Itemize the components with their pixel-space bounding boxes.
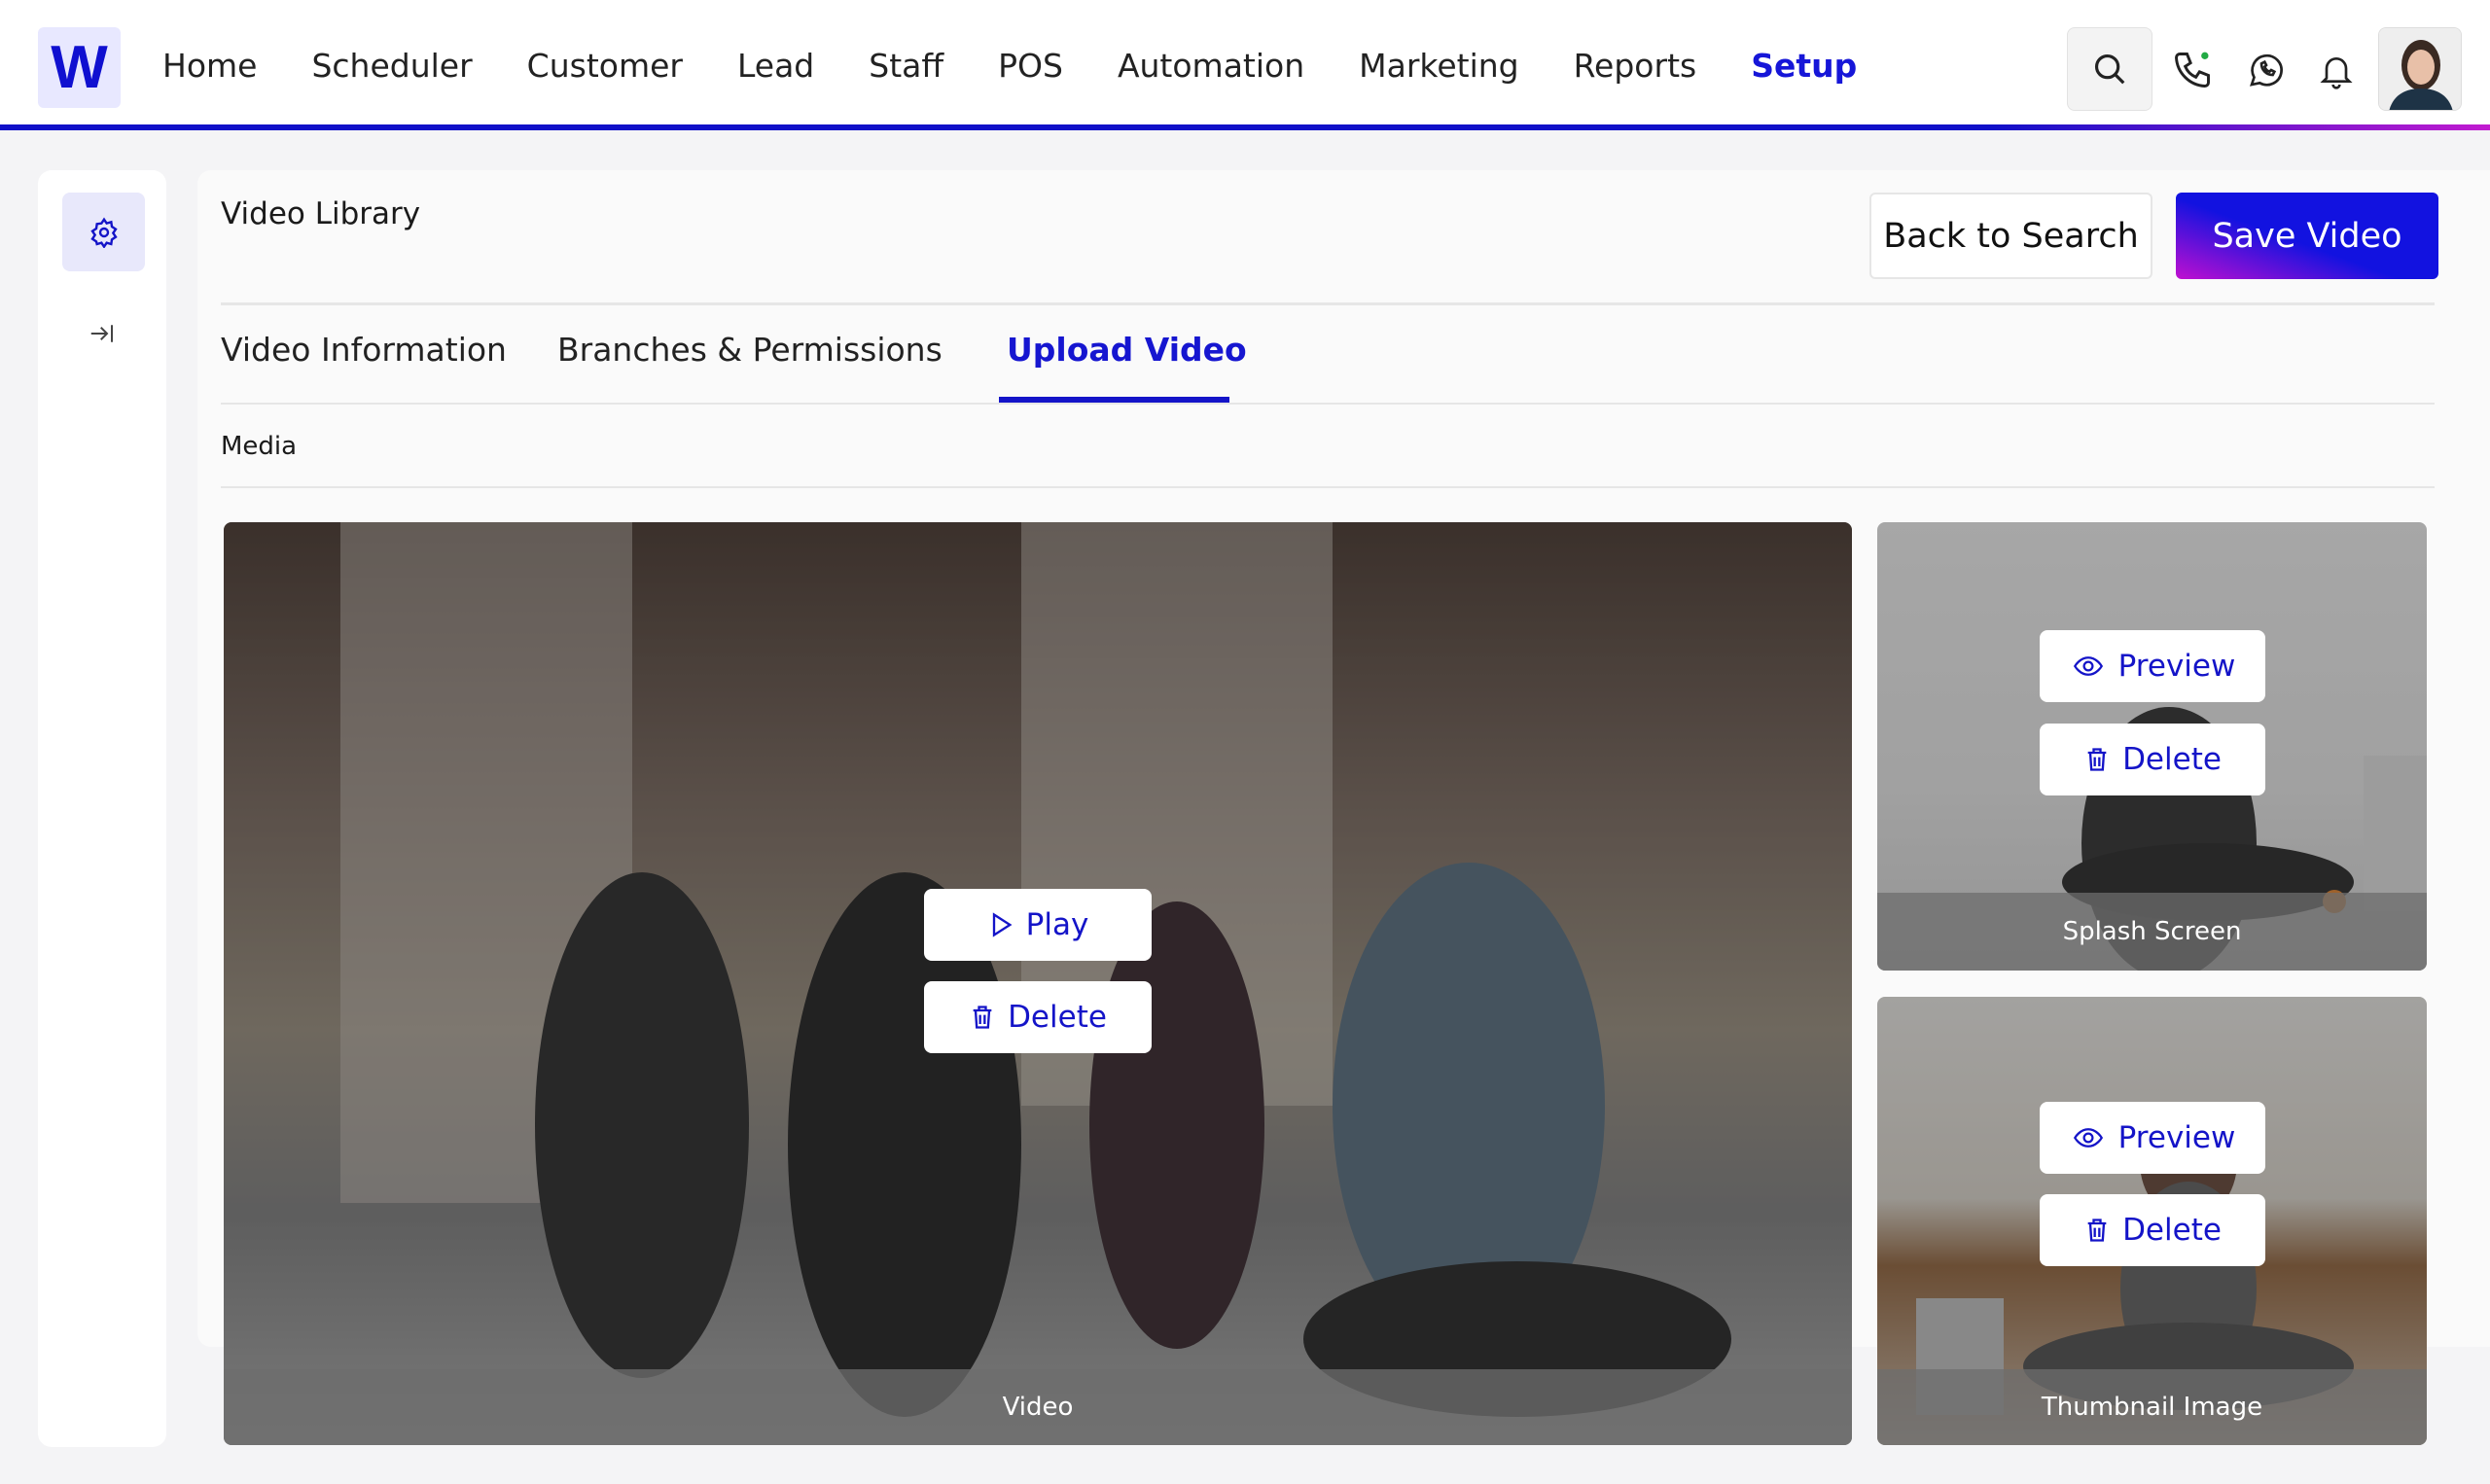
- delete-label: Delete: [2122, 742, 2222, 777]
- nav-staff[interactable]: Staff: [869, 47, 943, 85]
- splash-caption: Splash Screen: [1877, 893, 2427, 971]
- whatsapp-icon: [2250, 53, 2283, 87]
- play-label: Play: [1025, 907, 1089, 942]
- back-to-search-button[interactable]: Back to Search: [1869, 193, 2152, 279]
- settings-button[interactable]: [62, 193, 145, 271]
- preview-splash-button[interactable]: Preview: [2040, 630, 2265, 702]
- app-logo[interactable]: W: [38, 27, 121, 108]
- nav-reports[interactable]: Reports: [1574, 47, 1697, 85]
- expand-sidebar-button[interactable]: [83, 314, 122, 353]
- gear-icon: [89, 217, 118, 248]
- tabs-divider: [221, 403, 2435, 405]
- delete-label: Delete: [2122, 1213, 2222, 1248]
- phone-button[interactable]: [2163, 41, 2222, 99]
- sidebar: [38, 170, 166, 1447]
- video-card: Video Play Delete: [224, 522, 1852, 1445]
- eye-icon: [2073, 1128, 2103, 1148]
- nav-setup[interactable]: Setup: [1751, 47, 1857, 85]
- thumbnail-image-card: Thumbnail Image Preview Delete: [1877, 997, 2427, 1445]
- main-nav: Home Scheduler Customer Lead Staff POS A…: [162, 47, 1857, 85]
- trash-icon: [2087, 1219, 2107, 1242]
- preview-thumbnail-button[interactable]: Preview: [2040, 1102, 2265, 1174]
- search-icon: [2094, 53, 2125, 85]
- nav-automation[interactable]: Automation: [1118, 47, 1304, 85]
- delete-thumbnail-button[interactable]: Delete: [2040, 1194, 2265, 1266]
- active-tab-indicator: [999, 397, 1229, 403]
- divider: [221, 486, 2435, 488]
- play-icon: [992, 912, 1013, 937]
- delete-splash-button[interactable]: Delete: [2040, 724, 2265, 795]
- preview-label: Preview: [2117, 1120, 2236, 1155]
- whatsapp-button[interactable]: [2237, 41, 2295, 99]
- thumbnail-caption: Thumbnail Image: [1877, 1369, 2427, 1445]
- delete-video-button[interactable]: Delete: [924, 981, 1152, 1053]
- preview-label: Preview: [2117, 649, 2236, 684]
- tab-video-information[interactable]: Video Information: [221, 331, 507, 369]
- collapse-arrow-icon: [90, 325, 113, 342]
- page-title: Video Library: [221, 196, 421, 231]
- phone-icon: [2175, 52, 2210, 88]
- bell-icon: [2320, 57, 2353, 89]
- play-button[interactable]: Play: [924, 889, 1152, 961]
- notifications-button[interactable]: [2307, 41, 2366, 99]
- trash-icon: [973, 1006, 992, 1029]
- eye-icon: [2073, 656, 2103, 676]
- search-button[interactable]: [2067, 27, 2152, 111]
- header-accent-line: [0, 124, 2490, 130]
- tab-upload-video[interactable]: Upload Video: [1007, 331, 1247, 369]
- save-video-button[interactable]: Save Video: [2176, 193, 2438, 279]
- user-avatar[interactable]: [2378, 27, 2462, 111]
- tab-branches-permissions[interactable]: Branches & Permissions: [557, 331, 943, 369]
- splash-screen-card: Splash Screen Preview Delete: [1877, 522, 2427, 971]
- nav-lead[interactable]: Lead: [737, 47, 814, 85]
- trash-icon: [2087, 748, 2107, 771]
- delete-label: Delete: [1008, 1000, 1107, 1035]
- nav-pos[interactable]: POS: [998, 47, 1063, 85]
- divider: [221, 302, 2435, 305]
- nav-home[interactable]: Home: [162, 47, 257, 85]
- nav-customer[interactable]: Customer: [527, 47, 683, 85]
- nav-scheduler[interactable]: Scheduler: [311, 47, 472, 85]
- nav-marketing[interactable]: Marketing: [1359, 47, 1518, 85]
- video-caption: Video: [224, 1369, 1852, 1445]
- section-label: Media: [221, 432, 298, 461]
